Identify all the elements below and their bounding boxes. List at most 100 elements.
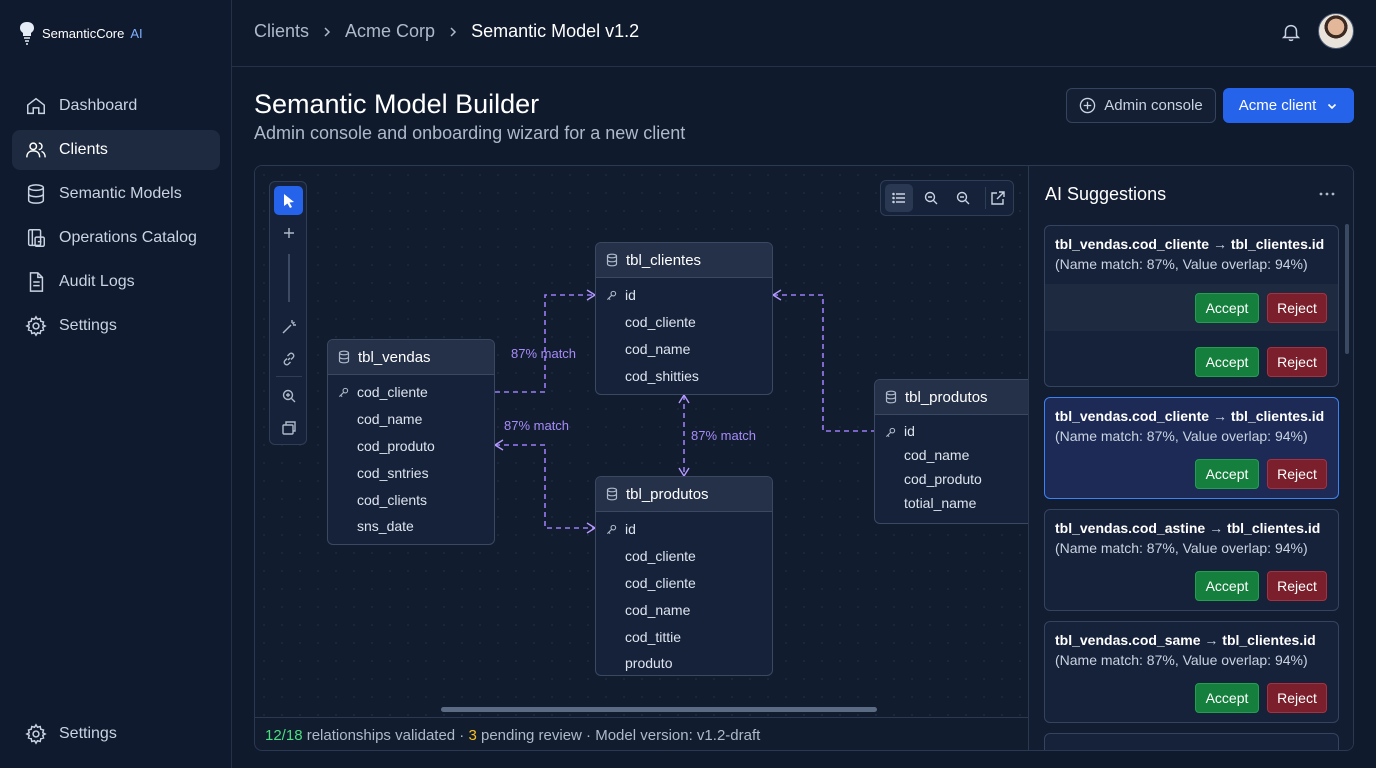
field-name: cod_name — [357, 411, 423, 428]
brand-accent: AI — [130, 25, 143, 41]
table-field[interactable]: cod_sntries — [328, 459, 494, 486]
table-field[interactable]: cod_name — [596, 596, 772, 623]
accept-button[interactable]: Accept — [1195, 347, 1259, 377]
zoom-fit-button[interactable] — [949, 184, 977, 212]
breadcrumb-acme-corp[interactable]: Acme Corp — [345, 21, 435, 42]
diagram-canvas[interactable]: 87% match 87% match 87% match tbl_vendas… — [255, 166, 1044, 717]
table-card-tbl-vendas[interactable]: tbl_vendas cod_cliente cod_name cod_prod… — [327, 339, 495, 545]
field-name: id — [625, 521, 636, 538]
horizontal-scrollbar[interactable] — [441, 707, 877, 712]
list-view-button[interactable] — [885, 184, 913, 212]
admin-console-button[interactable]: Admin console — [1066, 88, 1216, 123]
brand-logo[interactable]: SemanticCore AI — [18, 20, 143, 46]
table-field[interactable]: cod_shitties — [596, 362, 772, 389]
accept-button[interactable]: Accept — [1195, 683, 1259, 713]
validated-count: 12/18 — [265, 727, 303, 744]
table-name: tbl_produtos — [626, 485, 709, 503]
table-field[interactable]: cod_name — [596, 336, 772, 363]
reject-button[interactable]: Reject — [1267, 347, 1327, 377]
suggestion-target: tbl_clientes.id — [1222, 632, 1316, 648]
sidebar-item-operations-catalog[interactable]: Operations Catalog — [12, 218, 220, 258]
sidebar-item-semantic-models[interactable]: Semantic Models — [12, 174, 220, 214]
plus-icon — [283, 227, 294, 238]
page-subtitle: Admin console and onboarding wizard for … — [254, 123, 686, 143]
table-card-tbl-clientes[interactable]: tbl_clientes id cod_cliente cod_name cod… — [595, 242, 773, 395]
client-select[interactable]: Acme client — [1223, 88, 1354, 123]
sidebar-item-label: Operations Catalog — [59, 229, 197, 246]
table-card-tbl-produtos[interactable]: tbl_produtos id cod_cliente cod_cliente … — [595, 476, 773, 676]
sidebar-item-settings[interactable]: Settings — [12, 306, 220, 346]
table-field[interactable]: cod_cliente — [596, 309, 772, 336]
zoom-out-button[interactable] — [917, 184, 945, 212]
reject-button[interactable]: Reject — [1267, 683, 1327, 713]
link-tool[interactable] — [274, 344, 303, 373]
sidebar-item-audit-logs[interactable]: Audit Logs — [12, 262, 220, 302]
more-options-icon[interactable] — [1317, 186, 1337, 202]
table-field[interactable]: cod_cliente — [596, 543, 772, 570]
link-vendas-clientes — [495, 294, 595, 393]
vertical-scrollbar[interactable] — [1345, 224, 1349, 354]
gear-icon — [25, 723, 47, 745]
suggestion-source: tbl_vendas.cod_same — [1055, 632, 1201, 648]
sidebar-item-label: Semantic Models — [59, 185, 182, 202]
field-name: cod_cliente — [625, 574, 696, 591]
table-field[interactable]: cod_produto — [875, 467, 1043, 491]
sidebar-item-clients[interactable]: Clients — [12, 130, 220, 170]
suggestion-title: tbl_vendas.cod_cliente → tbl_clientes.id — [1055, 408, 1324, 424]
table-field[interactable]: cod_name — [875, 443, 1043, 467]
magic-tool[interactable] — [274, 312, 303, 341]
brain-logo-icon — [20, 22, 34, 45]
reject-button[interactable]: Reject — [1267, 459, 1327, 489]
top-bar: Clients Acme Corp Semantic Model v1.2 — [232, 0, 1376, 67]
tool-divider — [276, 376, 302, 377]
table-field[interactable]: cod_cliente — [596, 570, 772, 597]
zoom-slider[interactable] — [288, 254, 290, 302]
table-card-tbl-produtos-right[interactable]: tbl_produtos id cod_name cod_produto tot… — [874, 379, 1044, 524]
reject-button[interactable]: Reject — [1267, 571, 1327, 601]
table-field[interactable]: id — [596, 282, 772, 309]
table-field[interactable]: id — [875, 419, 1043, 443]
view-toolbar — [880, 180, 1014, 216]
open-external-button[interactable] — [984, 184, 1012, 212]
table-field[interactable]: cod_tittie — [596, 623, 772, 650]
table-field[interactable]: cod_name — [328, 406, 494, 433]
bell-icon[interactable] — [1280, 21, 1302, 43]
suggestion-card-partial — [1044, 733, 1339, 750]
document-icon — [29, 272, 44, 292]
accept-button[interactable]: Accept — [1195, 571, 1259, 601]
table-field[interactable]: produto — [596, 650, 772, 675]
table-field[interactable]: cod_cliente — [328, 379, 494, 406]
arrow-icon: → — [1212, 408, 1227, 424]
zoom-in-icon — [282, 389, 295, 402]
validated-text: relationships validated · — [302, 727, 469, 744]
table-field[interactable]: cod_clients — [328, 486, 494, 513]
pending-text: pending review · Model version: v1.2-dra… — [476, 727, 761, 744]
avatar[interactable] — [1318, 13, 1354, 49]
match-label: 87% match — [504, 418, 570, 433]
accept-button[interactable]: Accept — [1195, 293, 1259, 323]
breadcrumb-clients[interactable]: Clients — [254, 21, 309, 42]
field-name: cod_cliente — [357, 384, 428, 401]
match-label: 87% match — [691, 428, 757, 443]
add-tool[interactable] — [274, 218, 303, 247]
sidebar-item-dashboard[interactable]: Dashboard — [12, 86, 220, 126]
field-name: cod_name — [625, 340, 691, 357]
layers-tool[interactable] — [274, 413, 303, 442]
reject-button[interactable]: Reject — [1267, 293, 1327, 323]
zoom-tool[interactable] — [274, 381, 303, 410]
suggestion-detail: (Name match: 87%, Value overlap: 94%) — [1055, 540, 1308, 556]
arrow-icon: → — [1212, 236, 1227, 252]
sidebar-item-settings-bottom[interactable]: Settings — [12, 714, 220, 754]
chevron-right-icon — [450, 26, 457, 37]
suggestion-target: tbl_clientes.id — [1230, 408, 1325, 424]
table-field[interactable]: cod_produto — [328, 433, 494, 460]
table-field[interactable]: id — [596, 516, 772, 543]
table-field[interactable]: sns_date — [328, 513, 494, 540]
table-field[interactable]: totial_name — [875, 491, 1043, 515]
field-name: id — [904, 423, 915, 439]
field-name: cod_cliente — [625, 314, 696, 331]
select-tool[interactable] — [274, 186, 303, 215]
field-name: totial_name — [904, 495, 977, 511]
arrow-icon: → — [1209, 520, 1224, 536]
accept-button[interactable]: Accept — [1195, 459, 1259, 489]
